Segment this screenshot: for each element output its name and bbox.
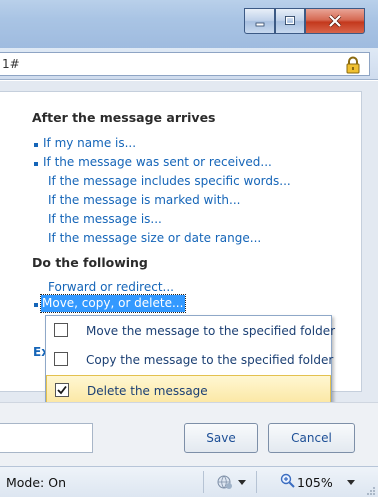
check-icon [57,385,67,395]
status-divider [203,471,204,493]
menu-item-label: Copy the message to the specified folder [86,353,334,367]
action-forward-or-redirect[interactable]: Forward or redirect... [48,280,174,294]
menu-item-move[interactable]: Move the message to the specified folder [46,316,335,346]
delete-checkbox[interactable] [55,383,69,397]
menu-item-delete[interactable]: Delete the message [46,375,331,405]
do-the-following-heading: Do the following [32,255,148,270]
action-move-copy-delete[interactable]: Move, copy, or delete... [39,294,187,313]
condition-message-is[interactable]: If the message is... [48,212,162,226]
cancel-button[interactable]: Cancel [268,423,355,453]
condition-marked-with[interactable]: If the message is marked with... [48,193,240,207]
condition-if-my-name-is[interactable]: If my name is... [43,136,136,150]
chevron-down-icon[interactable] [347,480,355,486]
move-copy-delete-menu: Move the message to the specified folder… [45,315,335,405]
status-bar: Mode: On 105% [0,466,378,497]
condition-sent-or-received[interactable]: If the message was sent or received... [43,155,272,169]
window-titlebar[interactable] [0,0,378,48]
close-button[interactable] [305,8,365,34]
globe-icon[interactable] [216,473,234,491]
close-icon [306,9,364,33]
rule-name-input[interactable] [0,423,93,453]
copy-checkbox[interactable] [54,352,68,366]
resize-grip-icon[interactable] [366,486,376,496]
protected-mode-status: Mode: On [6,475,67,490]
minimize-button[interactable] [244,8,275,34]
maximize-button[interactable] [275,8,305,34]
maximize-icon [276,9,304,33]
menu-item-label: Delete the message [87,384,208,398]
zoom-level[interactable]: 105% [297,475,333,490]
condition-specific-words[interactable]: If the message includes specific words..… [48,174,291,188]
minimize-icon [245,9,274,33]
save-button[interactable]: Save [184,423,258,453]
menu-item-copy[interactable]: Copy the message to the specified folder [46,345,334,375]
menu-item-label: Move the message to the specified folder [86,324,336,338]
condition-size-or-date[interactable]: If the message size or date range... [48,231,261,245]
bullet-marker [34,162,38,166]
move-checkbox[interactable] [54,323,68,337]
chevron-down-icon[interactable] [238,480,246,486]
status-divider [256,471,257,493]
lock-icon[interactable] [345,56,361,74]
after-message-arrives-heading: After the message arrives [32,110,216,125]
bullet-marker [34,143,38,147]
address-text: 1# [2,57,20,71]
dialog-button-bar: Save Cancel [0,402,378,466]
bullet-marker [34,303,38,307]
address-bar: 1# [0,48,378,80]
zoom-icon[interactable] [280,473,296,489]
address-field[interactable]: 1# [0,52,370,76]
